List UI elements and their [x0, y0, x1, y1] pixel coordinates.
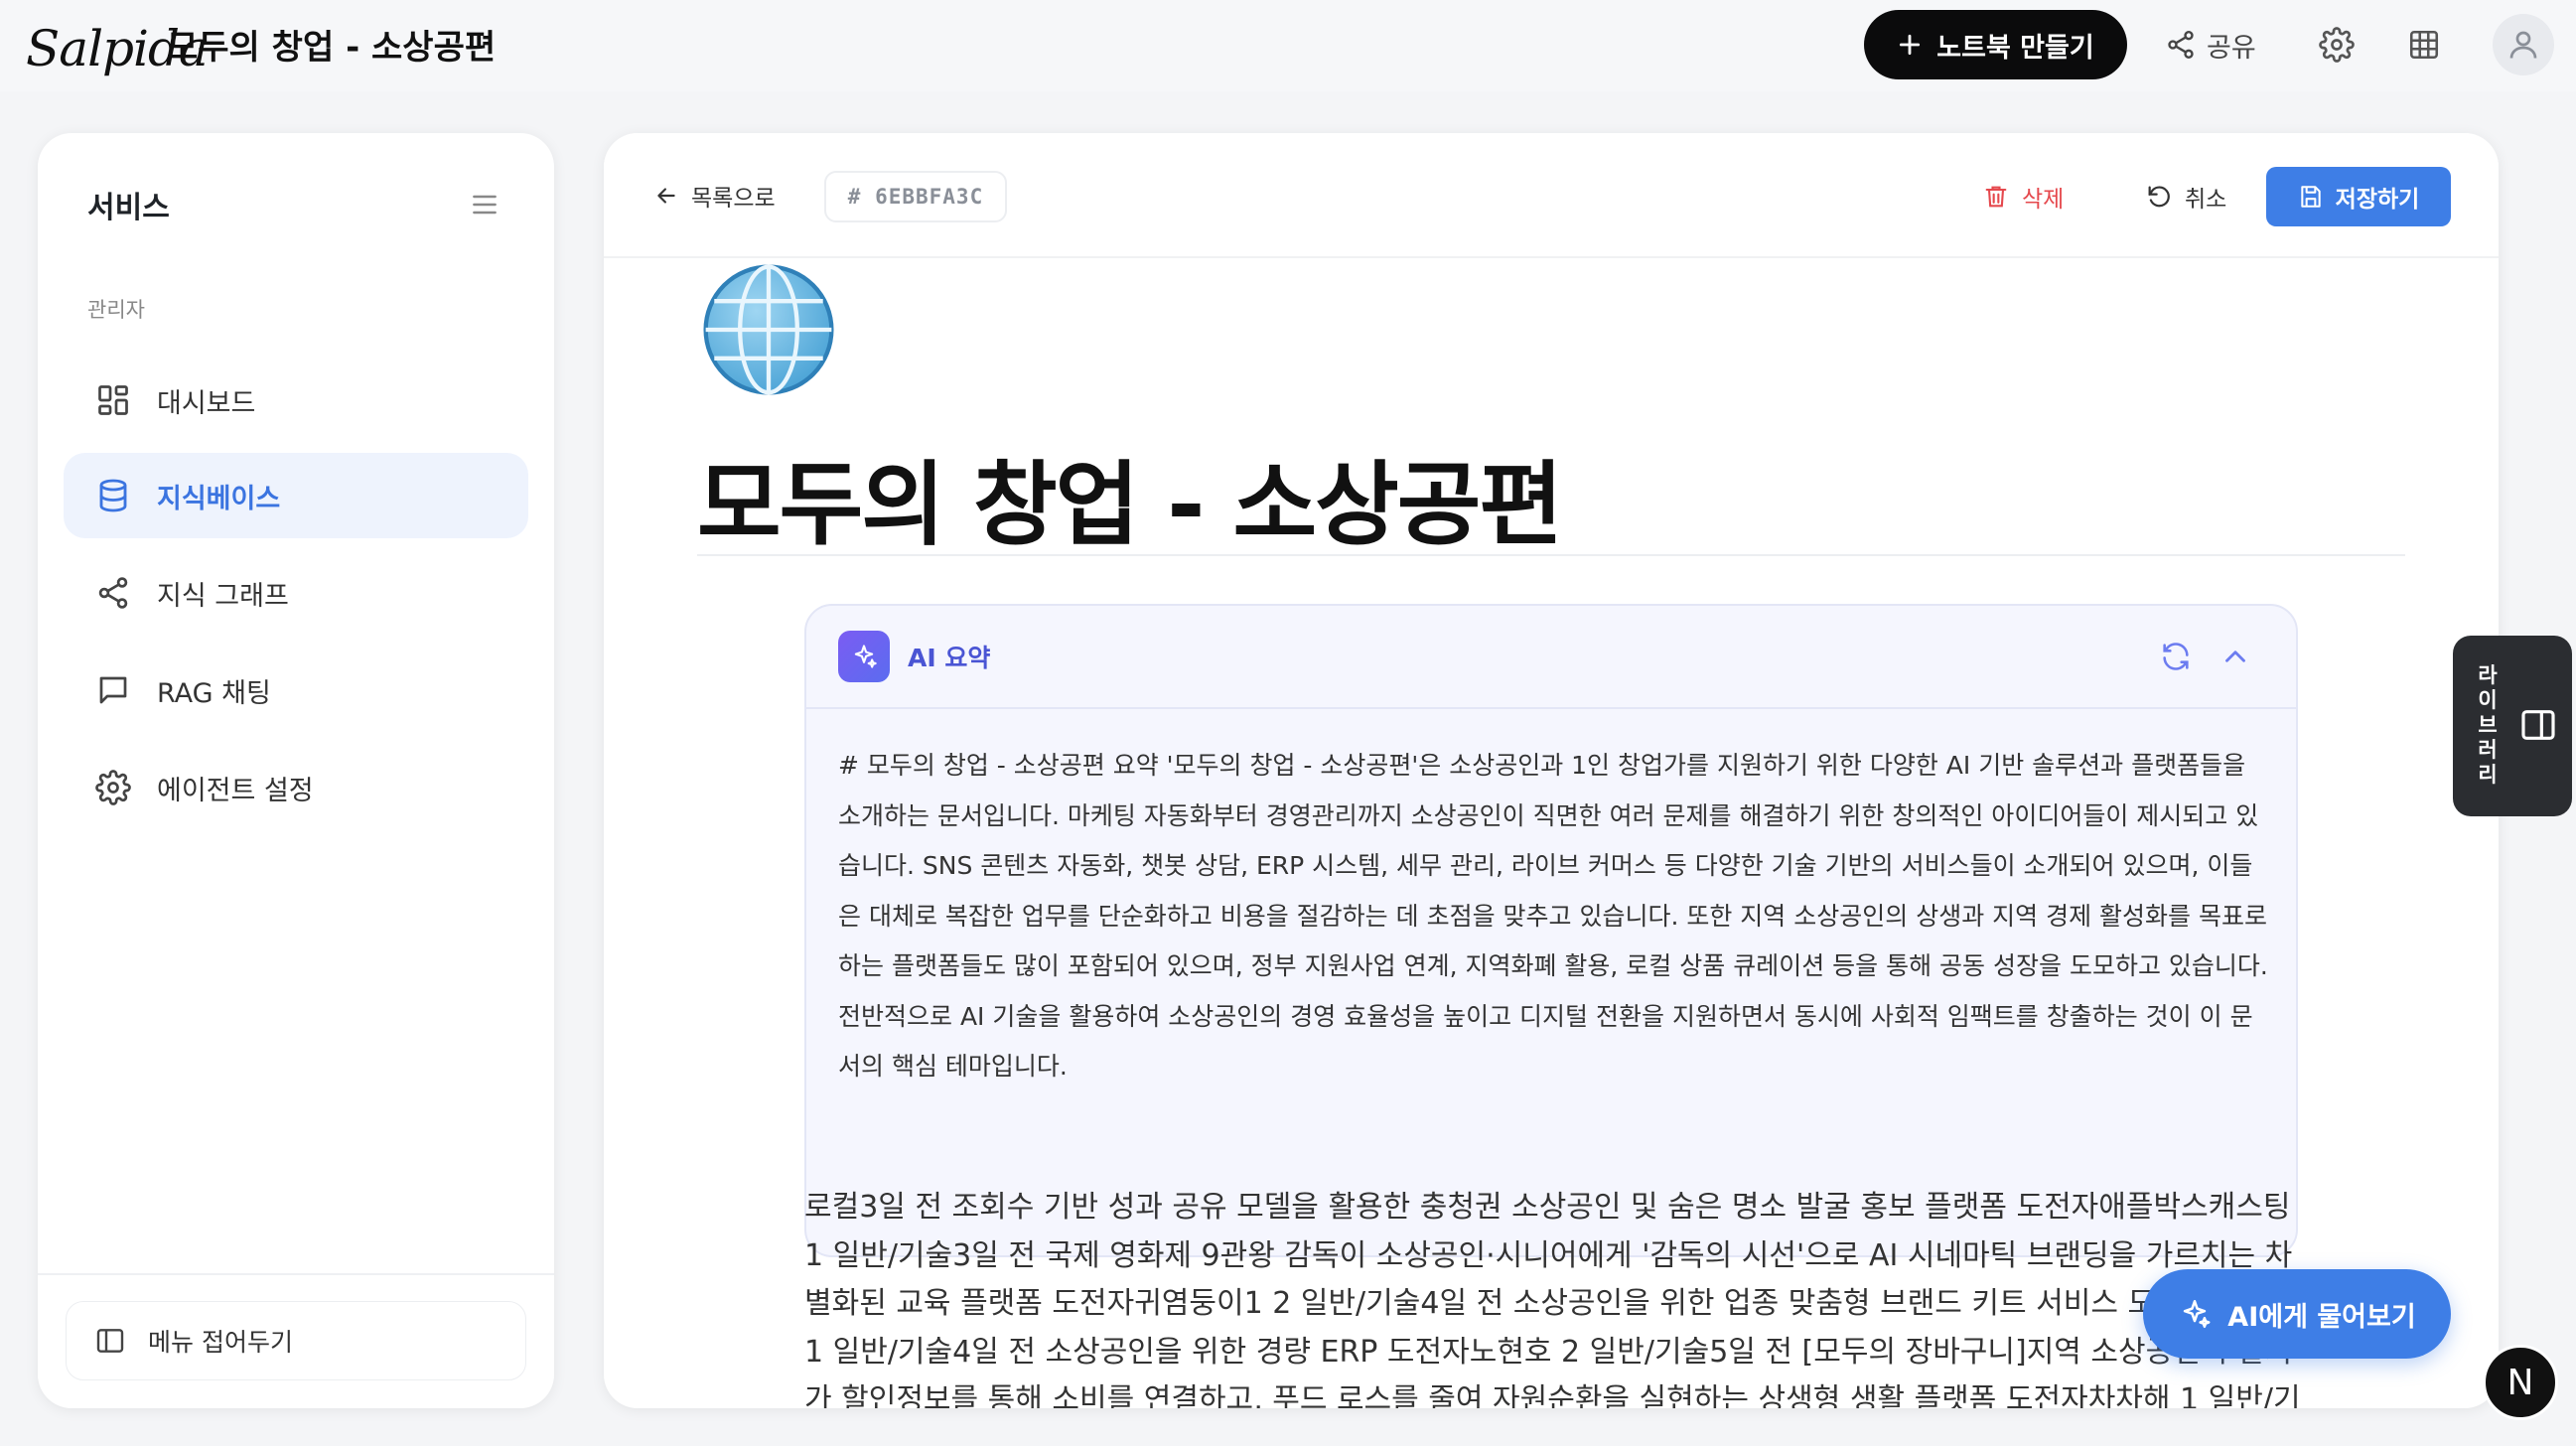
sidebar-item-label: 대시보드: [157, 387, 256, 419]
cancel-label: 취소: [2185, 187, 2227, 213]
document-id-badge[interactable]: # 6EBBFA3C: [824, 171, 1007, 222]
title-divider: [697, 554, 2405, 556]
ai-summary-label: AI 요약: [908, 644, 991, 672]
user-initial-avatar[interactable]: N: [2483, 1345, 2558, 1420]
sidebar-item-label: 지식베이스: [157, 483, 281, 514]
sidebar-item-rag-chat[interactable]: RAG 채팅: [64, 648, 528, 733]
save-icon: [2298, 184, 2324, 210]
sidebar-item-label: 지식 그래프: [157, 580, 289, 612]
sidebar-item-label: RAG 채팅: [157, 677, 271, 709]
arrow-left-icon: [653, 183, 679, 209]
gear-icon: [93, 768, 133, 807]
dashboard-icon: [93, 380, 133, 420]
share-label: 공유: [2207, 32, 2256, 64]
refresh-icon[interactable]: [2159, 640, 2195, 675]
save-button[interactable]: 저장하기: [2266, 167, 2451, 226]
body-line: 1 일반/기술3일 전 국제 영화제 9관왕 감독이 소상공인·시니어에게 '감…: [804, 1237, 2293, 1273]
body-line: 가 할인정보를 통해 소비를 연결하고, 푸드 로스를 줄여 자원순환을 실현하…: [804, 1382, 2301, 1408]
database-icon: [93, 476, 133, 515]
ai-summary-header: AI 요약: [806, 606, 2296, 709]
create-notebook-label: 노트북 만들기: [1936, 32, 2094, 64]
body-line: 별화된 교육 플랫폼 도전자귀염둥이1 2 일반/기술4일 전 소상공인을 위한…: [804, 1286, 2156, 1321]
delete-label: 삭제: [2022, 187, 2065, 213]
grid-icon: [2407, 28, 2441, 62]
sidebar-item-dashboard[interactable]: 대시보드: [64, 358, 528, 443]
collapse-menu-label: 메뉴 접어두기: [148, 1328, 293, 1357]
library-toggle[interactable]: 라이브러리: [2453, 636, 2572, 816]
cancel-button[interactable]: 취소: [2145, 171, 2226, 222]
sidebar-menu-button[interactable]: [465, 185, 504, 224]
body-line: 1 일반/기술4일 전 소상공인을 위한 경량 ERP 도전자노현호 2 일반/…: [804, 1334, 2293, 1370]
sidebar-section-label: 관리자: [87, 298, 145, 322]
settings-button[interactable]: [2310, 18, 2363, 72]
share-icon: [2165, 29, 2197, 61]
ask-ai-label: AI에게 물어보기: [2227, 1301, 2416, 1333]
create-notebook-button[interactable]: 노트북 만들기: [1864, 10, 2127, 79]
trash-icon: [1982, 183, 2010, 211]
save-label: 저장하기: [2335, 187, 2420, 213]
gear-icon: [2319, 27, 2355, 63]
plus-icon: [1897, 32, 1923, 58]
menu-icon: [469, 189, 501, 220]
collapse-menu-button[interactable]: 메뉴 접어두기: [66, 1301, 526, 1380]
ai-summary-text: # 모두의 창업 - 소상공편 요약 '모두의 창업 - 소상공편'은 소상공인…: [838, 751, 2268, 1081]
user-icon: [2505, 27, 2541, 63]
sidebar: 서비스 관리자 대시보드 지식베이스 지식 그래프 RAG 채팅 에이전트 설정…: [38, 133, 554, 1408]
sidebar-item-agent-settings[interactable]: 에이전트 설정: [64, 745, 528, 830]
delete-button[interactable]: 삭제: [1982, 171, 2064, 222]
back-to-list-button[interactable]: 목록으로: [653, 173, 776, 218]
sidebar-item-knowledge-graph[interactable]: 지식 그래프: [64, 550, 528, 636]
ai-summary-card: AI 요약 # 모두의 창업 - 소상공편 요약 '모두의 창업 - 소상공편'…: [804, 604, 2298, 1257]
sidebar-title: 서비스: [87, 191, 170, 225]
ask-ai-button[interactable]: AI에게 물어보기: [2143, 1269, 2451, 1359]
body-line: 로컬3일 전 조회수 기반 성과 공유 모델을 활용한 충청권 소상공인 및 숨…: [804, 1190, 2291, 1225]
document-toolbar: 목록으로 # 6EBBFA3C 삭제 취소 저장하기: [604, 133, 2499, 258]
document-body[interactable]: 로컬3일 전 조회수 기반 성과 공유 모델을 활용한 충청권 소상공인 및 숨…: [804, 1184, 2301, 1408]
sparkle-icon: [2178, 1297, 2212, 1331]
chevron-up-icon[interactable]: [2218, 640, 2254, 675]
sparkle-icon: [838, 631, 890, 682]
apps-grid-button[interactable]: [2397, 18, 2451, 72]
undo-icon: [2145, 183, 2173, 211]
library-label: 라이브러리: [2478, 663, 2498, 787]
page-title: 모두의 창업 - 소상공편: [167, 27, 497, 68]
back-label: 목록으로: [691, 186, 776, 212]
document-panel: 목록으로 # 6EBBFA3C 삭제 취소 저장하기 모두의 창업 - 소상공편…: [604, 133, 2499, 1408]
panel-right-icon: [2518, 705, 2558, 745]
sidebar-item-label: 에이전트 설정: [157, 775, 314, 806]
globe-icon[interactable]: [697, 258, 840, 401]
sidebar-panel-icon: [94, 1325, 126, 1357]
share-button[interactable]: 공유: [2165, 18, 2268, 72]
user-avatar-button[interactable]: [2493, 14, 2554, 75]
sidebar-item-knowledge-base[interactable]: 지식베이스: [64, 453, 528, 538]
share-graph-icon: [93, 573, 133, 613]
document-title[interactable]: 모두의 창업 - 소상공편: [697, 431, 1563, 563]
top-bar: Salpida 모두의 창업 - 소상공편 노트북 만들기 공유: [0, 0, 2576, 91]
chat-icon: [93, 670, 133, 710]
sidebar-divider: [38, 1273, 554, 1275]
